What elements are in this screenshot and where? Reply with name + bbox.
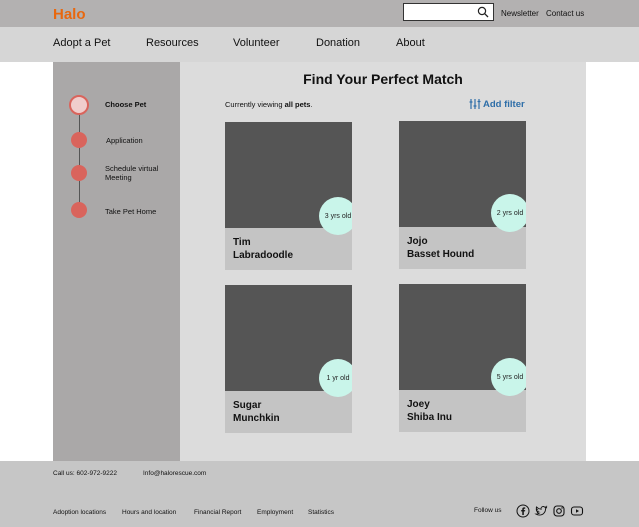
footer-phone[interactable]: Call us: 602-972-9222 [53, 470, 117, 477]
pet-breed: Basset Hound [407, 249, 475, 260]
follow-us-label: Follow us [474, 507, 502, 514]
footer-link-financial[interactable]: Financial Report [194, 509, 241, 516]
step-dot-application[interactable] [71, 132, 87, 148]
pet-card-jojo[interactable]: 2 yrs old Jojo Basset Hound [399, 121, 526, 269]
footer-link-hours[interactable]: Hours and location [122, 509, 176, 516]
pet-name: Jojo [407, 236, 428, 247]
step-dot-take-home[interactable] [71, 202, 87, 218]
footer: Call us: 602-972-9222 Info@halorescue.co… [0, 461, 639, 527]
step-label-application[interactable]: Application [106, 136, 143, 145]
pet-name: Joey [407, 399, 430, 410]
nav-volunteer[interactable]: Volunteer [233, 37, 279, 49]
twitter-icon[interactable] [534, 504, 548, 518]
social-icons [516, 504, 584, 518]
progress-line [79, 106, 80, 212]
newsletter-link[interactable]: Newsletter [501, 9, 539, 18]
search-input[interactable] [403, 3, 494, 21]
nav-adopt[interactable]: Adopt a Pet [53, 37, 111, 49]
pet-breed: Labradoodle [233, 250, 294, 261]
pet-card-tim[interactable]: 3 yrs old Tim Labradoodle [225, 122, 352, 270]
age-badge: 5 yrs old [491, 358, 526, 396]
top-bar: Halo Newsletter Contact us [0, 0, 639, 27]
age-badge: 2 yrs old [491, 194, 526, 232]
footer-link-employment[interactable]: Employment [257, 509, 293, 516]
step-dot-choose-pet[interactable] [69, 95, 89, 115]
youtube-icon[interactable] [570, 504, 584, 518]
search-icon[interactable] [477, 6, 489, 18]
age-badge: 1 yr old [319, 359, 352, 397]
age-badge: 3 yrs old [319, 197, 352, 235]
pet-name: Sugar [233, 400, 262, 411]
pet-card-joey[interactable]: 5 yrs old Joey Shiba Inu [399, 284, 526, 432]
main-content: Find Your Perfect Match Currently viewin… [180, 62, 586, 461]
main-nav: Adopt a Pet Resources Volunteer Donation… [0, 27, 639, 62]
footer-email[interactable]: Info@halorescue.com [143, 470, 206, 477]
pet-card-sugar[interactable]: 1 yr old Sugar Munchkin [225, 285, 352, 433]
viewing-status: Currently viewing all pets. [225, 100, 313, 109]
step-label-schedule[interactable]: Schedule virtual Meeting [105, 164, 175, 182]
pet-name: Tim [233, 237, 251, 248]
logo[interactable]: Halo [53, 6, 86, 23]
viewing-value: all pets [284, 100, 311, 109]
contact-link[interactable]: Contact us [546, 9, 584, 18]
add-filter-button[interactable]: Add filter [469, 98, 525, 110]
step-dot-schedule[interactable] [71, 165, 87, 181]
progress-sidebar: Choose Pet Application Schedule virtual … [53, 62, 180, 461]
nav-about[interactable]: About [396, 37, 425, 49]
nav-resources[interactable]: Resources [146, 37, 199, 49]
filter-sliders-icon [469, 99, 481, 109]
viewing-prefix: Currently viewing [225, 100, 285, 109]
footer-link-adoption-locations[interactable]: Adoption locations [53, 509, 106, 516]
instagram-icon[interactable] [552, 504, 566, 518]
pet-breed: Shiba Inu [407, 412, 452, 423]
viewing-suffix: . [310, 100, 313, 109]
nav-donation[interactable]: Donation [316, 37, 360, 49]
facebook-icon[interactable] [516, 504, 530, 518]
step-label-take-home[interactable]: Take Pet Home [105, 207, 156, 216]
add-filter-label: Add filter [483, 98, 525, 110]
step-label-choose-pet[interactable]: Choose Pet [105, 100, 146, 109]
footer-link-statistics[interactable]: Statistics [308, 509, 334, 516]
page-title: Find Your Perfect Match [303, 71, 463, 87]
pet-breed: Munchkin [233, 413, 280, 424]
